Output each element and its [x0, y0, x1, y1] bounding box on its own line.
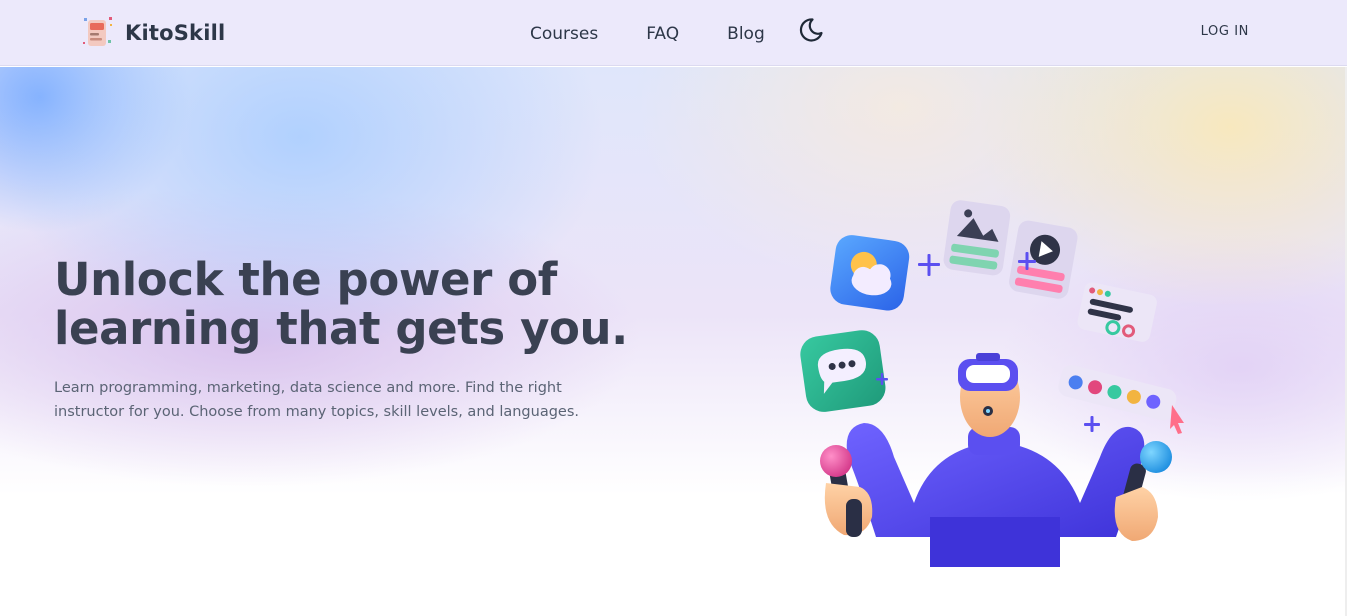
brand-home-link[interactable]: KitoSkill: [80, 13, 225, 53]
hero-headline: Unlock the power of learning that gets y…: [54, 255, 674, 353]
hero-section: Unlock the power of learning that gets y…: [0, 67, 1347, 616]
login-link[interactable]: LOG IN: [1201, 24, 1249, 39]
hero-subtext-line-1: Learn programming, marketing, data scien…: [54, 380, 562, 396]
hero-subtext-line-2: instructor for you. Choose from many top…: [54, 404, 579, 420]
text-window-icon: [1077, 282, 1157, 342]
chat-app-icon: [800, 330, 886, 412]
weather-app-icon: [830, 235, 910, 311]
nav-link-courses[interactable]: Courses: [530, 22, 598, 46]
theme-toggle-moon-icon[interactable]: [796, 15, 826, 45]
main-nav: Courses FAQ Blog: [530, 22, 807, 46]
hero-headline-line-2: learning that gets you.: [54, 302, 628, 355]
nav-link-faq[interactable]: FAQ: [646, 22, 679, 46]
nav-link-blog[interactable]: Blog: [727, 22, 765, 46]
hero-subtext: Learn programming, marketing, data scien…: [54, 376, 594, 424]
image-card-icon: [943, 200, 1011, 276]
cursor-icon: [1170, 405, 1184, 434]
brand-name: KitoSkill: [125, 21, 226, 45]
navbar: KitoSkill Courses FAQ Blog LOG IN: [0, 0, 1347, 66]
color-palette-icon: [1058, 365, 1177, 421]
hero-headline-line-1: Unlock the power of: [54, 253, 557, 306]
video-card-icon: [1009, 220, 1078, 299]
vr-learner-illustration: [780, 127, 1200, 567]
book-stack-logo-icon: [80, 14, 118, 52]
